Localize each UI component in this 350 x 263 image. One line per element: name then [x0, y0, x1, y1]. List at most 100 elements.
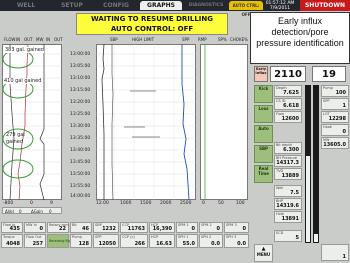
gauge-bar-right: [313, 85, 319, 243]
spp-trace: [181, 44, 190, 201]
data-cell: CCP 11763: [120, 222, 148, 233]
loss-button[interactable]: Loss: [254, 105, 273, 123]
date-time: 01:57:12 AM 7/9/2011: [263, 1, 297, 11]
time-label: 13:45:00: [70, 160, 91, 165]
hdr-sbp: SBP: [110, 37, 118, 42]
data-cell: Rotary rpm 22: [47, 222, 69, 233]
callout-line-1: Early influx: [277, 16, 322, 26]
axis-tick: 1000: [120, 201, 132, 206]
hdr-mw: MW: [36, 37, 44, 42]
menu-button[interactable]: ▲ MENU: [254, 244, 273, 262]
axis-tick: 2500: [180, 201, 192, 206]
time-label: 13:15:00: [70, 88, 91, 93]
plot-header: FLOW IN OUT MW IN OUT SBP HIGH LIMIT SPP…: [2, 35, 250, 44]
sbp-button[interactable]: SBP: [254, 145, 273, 163]
data-cell: SBP 1232: [93, 222, 119, 233]
data-cell: LOT 12298: [321, 111, 349, 123]
time-label: 13:05:00: [70, 64, 91, 69]
real-time-button[interactable]: Real Time: [254, 165, 273, 183]
plot-traces: [2, 44, 206, 201]
hdr-mw-in: IN: [46, 37, 51, 42]
data-cell: Hole 13891: [274, 211, 302, 223]
annotation-gain-3b: gained: [6, 139, 24, 145]
date-text: 7/9/2011: [269, 6, 291, 11]
kick-button[interactable]: Kick: [254, 85, 273, 103]
sbp-value: 2110: [270, 66, 306, 82]
data-cell: SPM 30: [224, 222, 249, 233]
hdr-out: OUT: [24, 37, 33, 42]
auto-button[interactable]: Auto: [254, 125, 273, 143]
alarm-line-2: AUTO CONTROL: OFF: [110, 25, 194, 33]
data-cell: MW 13605.0: [321, 137, 349, 149]
time-label: 13:10:00: [70, 76, 91, 81]
data-cell: SPH 1 55.0: [176, 234, 198, 248]
data-cell: Torque 4048: [1, 234, 23, 248]
early-influx-label: Early Influx: [254, 66, 268, 82]
flow-in-trace: [39, 44, 45, 201]
axis-tick: 0: [30, 201, 33, 206]
data-cell: ECD 5: [274, 230, 302, 242]
hdr-in: IN: [16, 37, 21, 42]
data-cell: CCP (c) 266: [120, 234, 148, 248]
callout-box: Early influx detection/pore pressure ide…: [250, 12, 350, 64]
time-label: 13:20:00: [70, 100, 91, 105]
mid-strip: ΔVol 0 ΔGain 0: [2, 207, 62, 214]
data-cell: 1: [321, 244, 349, 261]
hdr-flow: FLOW: [4, 37, 16, 42]
data-cell: CS ID 6.618: [274, 98, 302, 110]
annotation-gain-3: 279 gal: [6, 132, 25, 138]
alarm-banner: WAITING TO RESUME DRILLING AUTO CONTROL:…: [76, 13, 228, 35]
shutdown-button[interactable]: SHUTDOWN: [300, 0, 350, 11]
time-label: 13:00:00: [70, 52, 91, 57]
time-label: 13:50:00: [70, 172, 91, 177]
data-cell: HCP 16.63: [149, 234, 175, 248]
time-label: 13:25:00: [70, 112, 91, 117]
data-cell: SPH 3 0.0: [224, 234, 249, 248]
annotation-gain-2: 410 gal gained: [4, 78, 42, 84]
bottom-data-panel: Flow In 435 MW In 0 Rotary rpm 22 Bit 46 SBP…: [0, 214, 250, 263]
rig-data-indicator: Receiving Rig Data: [47, 234, 79, 248]
data-cell: Flow In 435: [1, 222, 23, 233]
data-cell: BH Pressure 14317.3: [274, 155, 302, 167]
data-cell: Bit 46: [70, 222, 92, 233]
top-nav-bar: WELL SETUP CONFIG GRAPHS DIAGNOSTICS AUT…: [0, 0, 350, 17]
tab-graphs[interactable]: GRAPHS: [140, 1, 182, 10]
axis-tick: -800: [3, 201, 14, 206]
axis-tick: 9: [50, 201, 53, 206]
data-cell: SPP 12050: [93, 234, 119, 248]
tab-auto-ctrl[interactable]: AUTO CTRL: OFF: [229, 1, 263, 17]
axis-tick: 1500: [140, 201, 152, 206]
high-limit-trace: [111, 44, 114, 201]
data-cell: Well 7.5: [274, 185, 302, 197]
time-label: 13:55:00: [70, 184, 91, 189]
hdr-rmp: RMP: [198, 37, 207, 42]
axis-tick: 50: [218, 201, 224, 206]
data-cell: Pump 128: [70, 234, 92, 248]
tab-diagnostics[interactable]: DIAGNOSTICS: [186, 1, 226, 10]
hdr-choke: CHOKE%: [230, 37, 248, 42]
hdr-mw-out: OUT: [54, 37, 63, 42]
hdr-high-limit: HIGH LIMIT: [132, 37, 155, 42]
callout-line-2: detection/pore: [271, 27, 329, 37]
hdr-spp: SPP: [182, 37, 190, 42]
data-cell: Flow 12600: [274, 111, 302, 123]
data-cell: HCP 16,390: [149, 222, 175, 233]
data-cell: Bit depth 6.300: [274, 142, 302, 154]
axis-tick: 12.00: [96, 201, 109, 206]
axis-tick: 100: [236, 201, 245, 206]
data-cell: Depth 7.625: [274, 85, 302, 97]
data-cell: Pump 100: [321, 85, 349, 97]
tab-setup[interactable]: SETUP: [52, 1, 92, 10]
data-cell: MW In 0: [24, 222, 46, 233]
tab-well[interactable]: WELL: [4, 1, 48, 10]
data-cell: TVD 13889: [274, 168, 302, 180]
hdr-sp: SP%: [218, 37, 227, 42]
annotation-gain-1: 383 gal. gained: [5, 47, 44, 53]
data-cell: SPM 20: [199, 222, 223, 233]
axis-tick: 0: [202, 201, 205, 206]
tab-config[interactable]: CONFIG: [96, 1, 136, 10]
alarm-line-1: WAITING TO RESUME DRILLING: [90, 15, 214, 23]
data-cell: Hook 0: [321, 124, 349, 136]
callout-line-3: pressure identification: [256, 38, 344, 48]
time-label: 14:00:00: [70, 194, 91, 199]
